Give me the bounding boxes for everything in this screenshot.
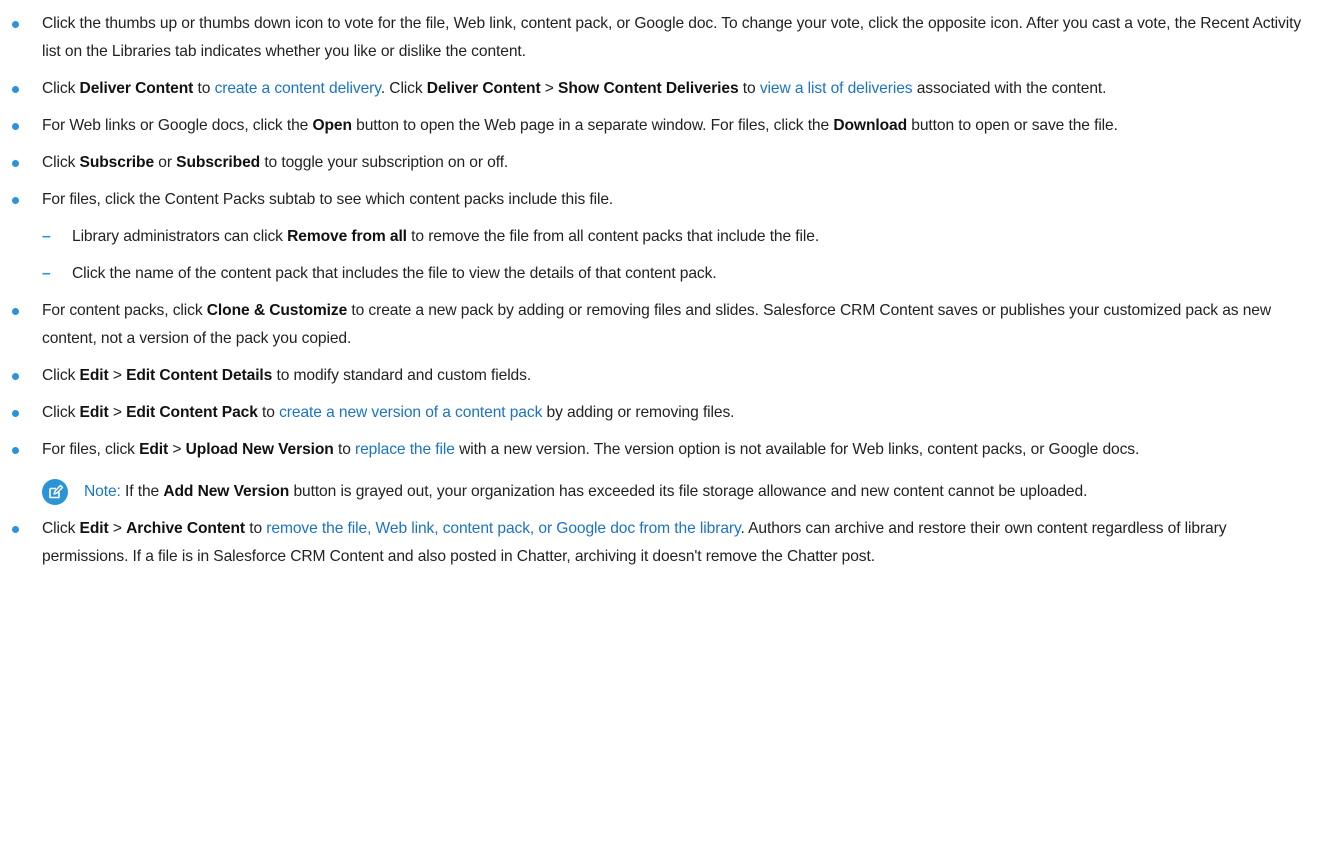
ui-term: Edit Content Pack (126, 404, 258, 421)
item-text: to (257, 404, 280, 421)
item-text: > (108, 520, 127, 537)
ui-term: Edit (79, 520, 109, 537)
item-text: For Web links or Google docs, click the (42, 117, 313, 134)
ui-term: Deliver Content (79, 80, 194, 97)
list-item-subscribe: Click Subscribe or Subscribed to toggle … (0, 149, 1318, 177)
note-label: Note: (84, 483, 121, 500)
note-text: If the (120, 483, 164, 500)
item-text: to remove the file from all content pack… (406, 228, 820, 245)
instruction-list: Click the thumbs up or thumbs down icon … (0, 10, 1318, 580)
remove-from-library-link[interactable]: remove the file, Web link, content pack,… (266, 520, 740, 537)
bullet-dot-icon (12, 308, 19, 315)
list-item-upload-new-version: For files, click Edit > Upload New Versi… (0, 436, 1318, 506)
bullet-dot-icon (12, 86, 19, 93)
ui-term: Edit (79, 367, 109, 384)
list-item-edit-content-details: Click Edit > Edit Content Details to mod… (0, 362, 1318, 390)
ui-term: Remove from all (287, 228, 407, 245)
bullet-dot-icon (12, 410, 19, 417)
item-text: button to open or save the file. (907, 117, 1118, 134)
list-item-open-download: For Web links or Google docs, click the … (0, 112, 1318, 140)
bullet-dot-icon (12, 373, 19, 380)
item-text: to (245, 520, 267, 537)
dash-bullet-icon: – (42, 265, 51, 282)
item-text: to (193, 80, 215, 97)
note-edit-icon (42, 479, 68, 505)
ui-term: Edit (79, 404, 109, 421)
item-text: > (168, 441, 186, 458)
item-text: to (333, 441, 356, 458)
note-text: button is grayed out, your organization … (289, 483, 1088, 500)
list-item-content-packs: For files, click the Content Packs subta… (0, 186, 1318, 288)
item-text: Click (42, 80, 80, 97)
ui-term: Upload New Version (185, 441, 334, 458)
list-item-edit-content-pack: Click Edit > Edit Content Pack to create… (0, 399, 1318, 427)
dash-bullet-icon: – (42, 228, 51, 245)
item-text: Library administrators can click (72, 228, 288, 245)
list-item-vote: Click the thumbs up or thumbs down icon … (0, 10, 1318, 66)
item-text: button to open the Web page in a separat… (351, 117, 834, 134)
item-text: Click (42, 520, 80, 537)
item-text: . Click (380, 80, 427, 97)
ui-term: Edit Content Details (126, 367, 273, 384)
list-item-deliver-content: Click Deliver Content to create a conten… (0, 75, 1318, 103)
bullet-dot-icon (12, 160, 19, 167)
item-text: For content packs, click (42, 302, 207, 319)
ui-term: Clone & Customize (206, 302, 348, 319)
item-text: to toggle your subscription on or off. (260, 154, 509, 171)
item-text: Click (42, 404, 80, 421)
ui-term: Add New Version (163, 483, 290, 500)
item-text: Click (42, 154, 80, 171)
item-text: with a new version. The version option i… (454, 441, 1140, 458)
item-text: > (108, 367, 127, 384)
item-text: associated with the content. (912, 80, 1107, 97)
item-text: > (108, 404, 127, 421)
item-text: Click the name of the content pack that … (72, 265, 717, 282)
sub-list: – Library administrators can click Remov… (42, 223, 1304, 288)
bullet-dot-icon (12, 123, 19, 130)
sub-item-pack-name: – Click the name of the content pack tha… (42, 260, 1304, 288)
bullet-dot-icon (12, 526, 19, 533)
sub-item-remove-from-all: – Library administrators can click Remov… (42, 223, 1304, 251)
note-callout: Note: If the Add New Version button is g… (42, 478, 1304, 506)
item-text: Click (42, 367, 80, 384)
item-text: to modify standard and custom fields. (272, 367, 532, 384)
item-text: to (738, 80, 760, 97)
ui-term: Show Content Deliveries (558, 80, 739, 97)
bullet-dot-icon (12, 21, 19, 28)
bullet-dot-icon (12, 447, 19, 454)
ui-term: Subscribed (176, 154, 261, 171)
ui-term: Deliver Content (426, 80, 541, 97)
replace-file-link[interactable]: replace the file (355, 441, 455, 458)
ui-term: Open (312, 117, 352, 134)
ui-term: Subscribe (79, 154, 155, 171)
bullet-dot-icon (12, 197, 19, 204)
item-text: For files, click (42, 441, 140, 458)
item-text: For files, click the Content Packs subta… (42, 191, 614, 208)
item-text: by adding or removing files. (542, 404, 735, 421)
list-item-clone-customize: For content packs, click Clone & Customi… (0, 297, 1318, 353)
item-text: Click the thumbs up or thumbs down icon … (42, 15, 1302, 60)
document-page: Click the thumbs up or thumbs down icon … (0, 0, 1318, 865)
item-text: or (154, 154, 177, 171)
item-text: > (540, 80, 559, 97)
view-deliveries-link[interactable]: view a list of deliveries (760, 80, 913, 97)
ui-term: Edit (139, 441, 169, 458)
list-item-archive-content: Click Edit > Archive Content to remove t… (0, 515, 1318, 571)
ui-term: Archive Content (126, 520, 246, 537)
create-content-delivery-link[interactable]: create a content delivery (215, 80, 381, 97)
ui-term: Download (833, 117, 908, 134)
create-new-version-link[interactable]: create a new version of a content pack (279, 404, 542, 421)
